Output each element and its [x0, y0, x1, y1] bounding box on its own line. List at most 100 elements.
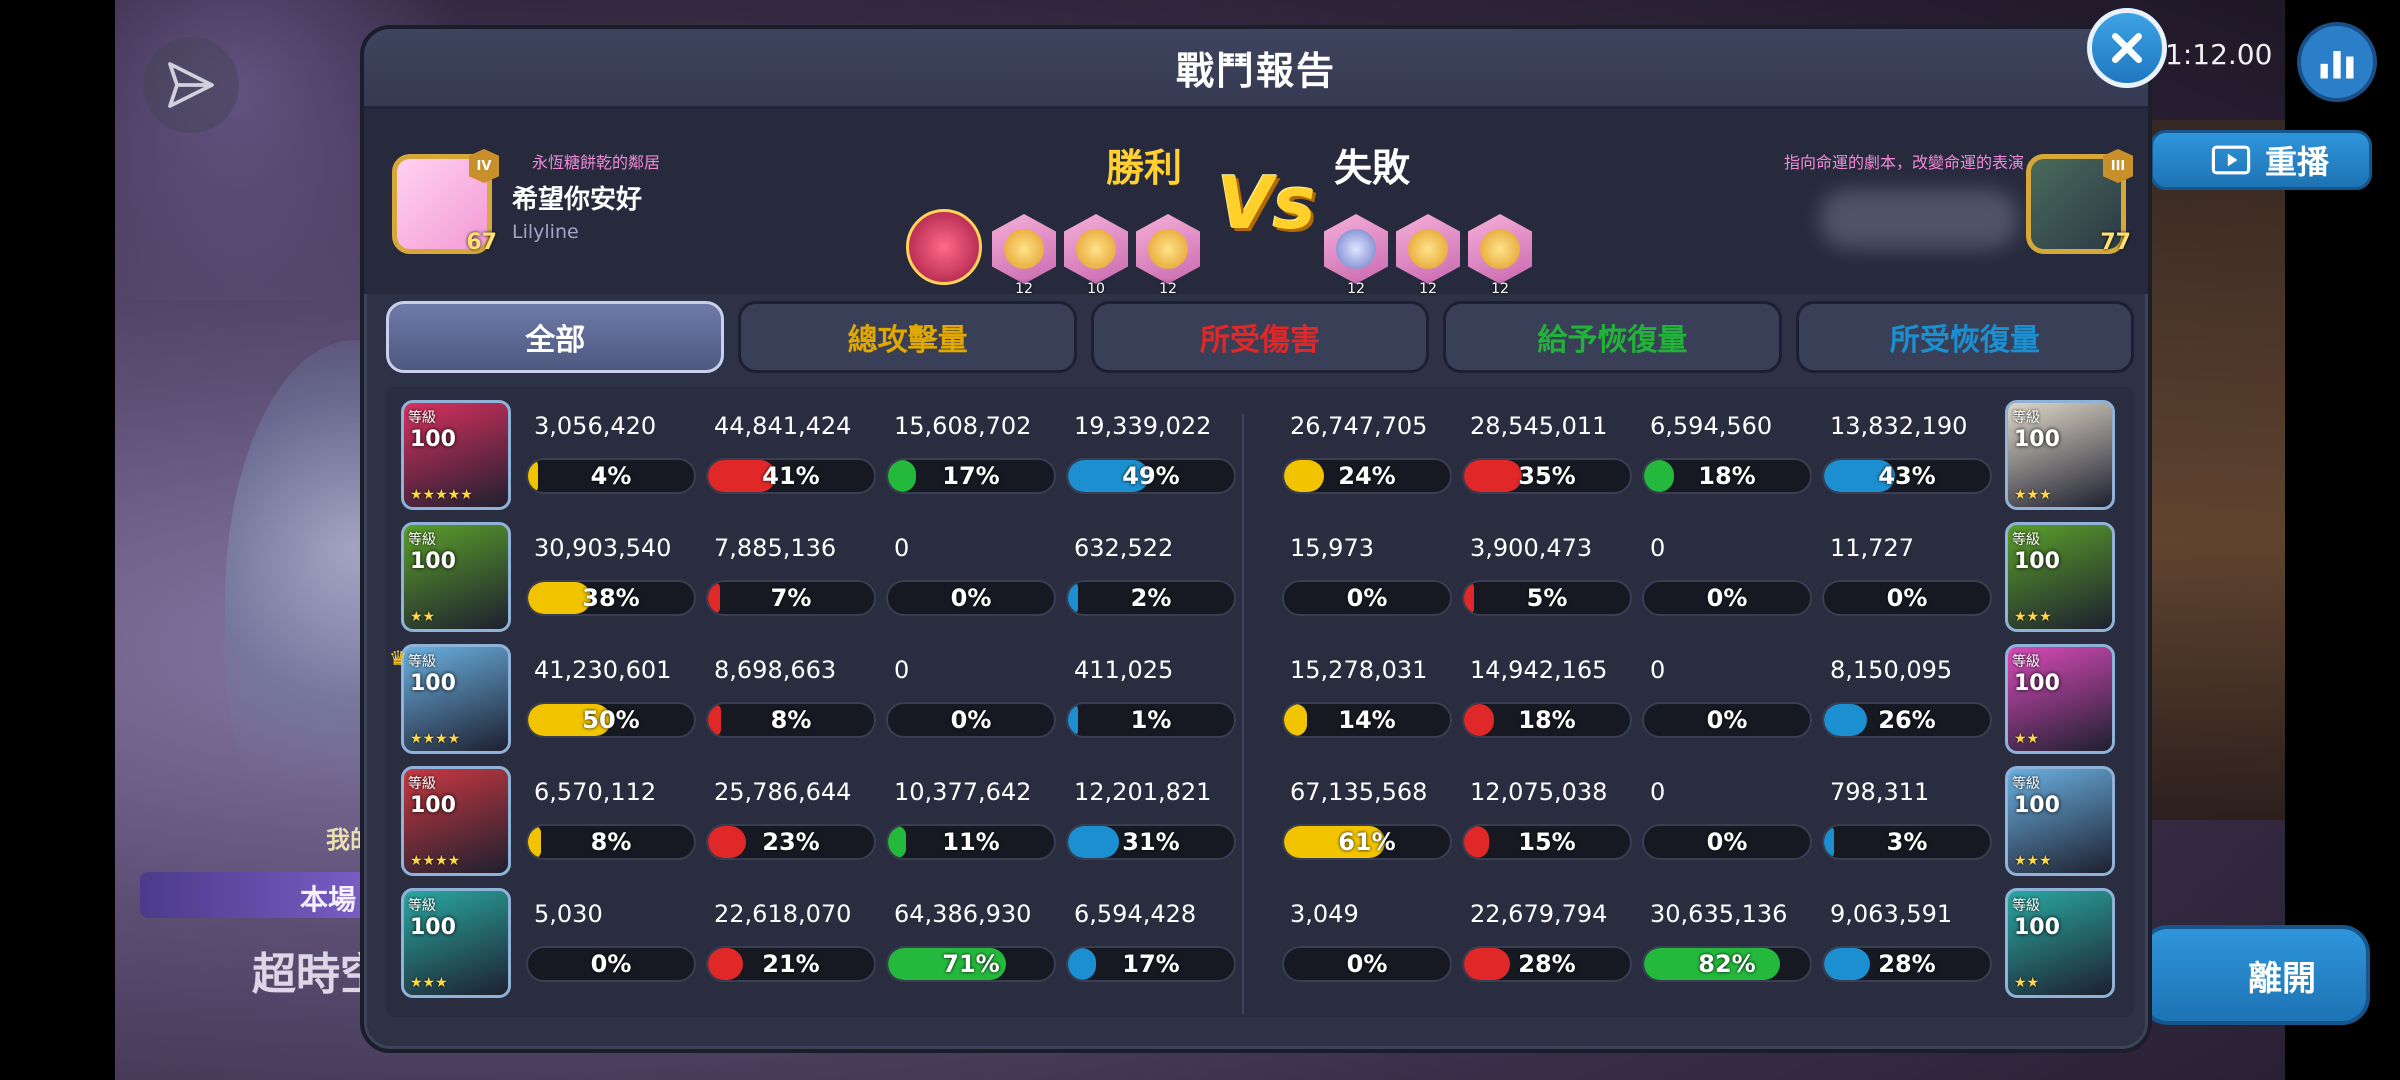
damage-taken-percent: 15%: [1518, 828, 1576, 856]
healing-given-bar: 18%: [1642, 458, 1812, 494]
healing-given-value: 0: [1650, 656, 1666, 684]
attack-bar: 0%: [1282, 580, 1452, 616]
level-label: 等級: [2012, 532, 2040, 548]
close-icon: [2112, 33, 2142, 64]
matchup-section: IV 67 永恆糖餅乾的鄰居 希望你安好 Lilyline 勝利 Vs 失敗 1…: [364, 109, 2148, 297]
attack-value: 15,973: [1290, 534, 1374, 562]
healing-received-percent: 0%: [1886, 584, 1928, 612]
cookie-portrait[interactable]: 等級 100 ★★★: [2005, 766, 2115, 876]
right-cookie-row: 等級 100 ★★ 15,278,031 14% 14,942,165 18% 0 0% 8,15…: [364, 638, 2148, 760]
left-player-name: 希望你安好: [512, 185, 643, 215]
cookie-portrait[interactable]: 等級 100 ★★: [2005, 644, 2115, 754]
healing-received-bar: 43%: [1822, 458, 1992, 494]
cookie-level: 100: [2014, 915, 2060, 940]
cookie-level: 100: [2014, 671, 2060, 696]
attack-bar: 14%: [1282, 702, 1452, 738]
player-level: 77: [2100, 230, 2131, 255]
attack-percent: 0%: [1346, 950, 1388, 978]
left-player-id: Lilyline: [512, 221, 579, 243]
damage-taken-value: 22,679,794: [1470, 900, 1608, 928]
healing-received-value: 11,727: [1830, 534, 1914, 562]
video-icon: [2211, 145, 2251, 175]
bg-banner: 本場: [140, 872, 380, 918]
healing-given-value: 0: [1650, 778, 1666, 806]
rank-badge: III: [2103, 149, 2133, 183]
right-cookie-row: 等級 100 ★★ 3,049 0% 22,679,794 28% 30,635,136 82%…: [364, 882, 2148, 1004]
damage-taken-bar: 28%: [1462, 946, 1632, 982]
replay-button[interactable]: 重播: [2150, 130, 2372, 190]
tab-damage-taken[interactable]: 所受傷害: [1090, 301, 1430, 373]
relic-count: 12: [1419, 281, 1437, 297]
attack-bar: 24%: [1282, 458, 1452, 494]
cookie-level: 100: [2014, 427, 2060, 452]
player-level: 67: [466, 230, 497, 255]
tab-total-attack[interactable]: 總攻擊量: [738, 301, 1077, 373]
vs-logo: Vs: [1217, 161, 1316, 245]
tab-healing-given[interactable]: 給予恢復量: [1443, 301, 1782, 373]
relic-icon: [1136, 214, 1200, 284]
attack-value: 3,049: [1290, 900, 1359, 928]
attack-value: 15,278,031: [1290, 656, 1428, 684]
crown-relic-icon: [906, 209, 982, 285]
right-guild-name: 指向命運的劇本，改變命運的表演: [1784, 153, 2025, 172]
left-player-avatar[interactable]: IV 67: [392, 149, 499, 255]
relic-icon: [1064, 214, 1128, 284]
level-label: 等級: [2012, 776, 2040, 792]
healing-given-bar: 0%: [1642, 580, 1812, 616]
relic-count: 12: [1347, 281, 1365, 297]
damage-taken-bar: 35%: [1462, 458, 1632, 494]
healing-received-bar: 0%: [1822, 580, 1992, 616]
attack-value: 26,747,705: [1290, 412, 1428, 440]
level-label: 等級: [2012, 898, 2040, 914]
battle-timer: 1:12.00: [2165, 38, 2273, 71]
leave-button[interactable]: 離開: [2140, 925, 2370, 1025]
tab-healing-received[interactable]: 所受恢復量: [1795, 301, 2135, 373]
star-rating: ★★: [2014, 731, 2040, 747]
tab-all[interactable]: 全部: [386, 301, 725, 373]
star-rating: ★★★: [2014, 853, 2052, 869]
right-cookie-row: 等級 100 ★★★ 67,135,568 61% 12,075,038 15% 0 0% 798…: [364, 760, 2148, 882]
attack-percent: 61%: [1338, 828, 1396, 856]
close-button[interactable]: [2087, 8, 2167, 88]
relic-icon: [1468, 214, 1532, 284]
damage-taken-percent: 28%: [1518, 950, 1576, 978]
right-player-avatar[interactable]: III 77: [2026, 149, 2133, 255]
statistics-button[interactable]: [2297, 22, 2377, 102]
cookie-portrait[interactable]: 等級 100 ★★★: [2005, 400, 2115, 510]
attack-percent: 14%: [1338, 706, 1396, 734]
damage-taken-value: 12,075,038: [1470, 778, 1608, 806]
healing-given-percent: 18%: [1698, 462, 1756, 490]
healing-received-bar: 28%: [1822, 946, 1992, 982]
healing-received-percent: 28%: [1878, 950, 1936, 978]
healing-given-percent: 0%: [1706, 706, 1748, 734]
damage-taken-value: 3,900,473: [1470, 534, 1593, 562]
level-label: 等級: [2012, 654, 2040, 670]
attack-percent: 24%: [1338, 462, 1396, 490]
attack-bar: 61%: [1282, 824, 1452, 860]
share-button[interactable]: [143, 37, 239, 133]
healing-given-value: 30,635,136: [1650, 900, 1788, 928]
damage-taken-bar: 15%: [1462, 824, 1632, 860]
relic-icon: [992, 214, 1056, 284]
cookie-level: 100: [2014, 793, 2060, 818]
healing-given-percent: 0%: [1706, 828, 1748, 856]
star-rating: ★★★: [2014, 609, 2052, 625]
damage-taken-value: 28,545,011: [1470, 412, 1608, 440]
damage-taken-percent: 5%: [1526, 584, 1568, 612]
relic-count: 12: [1159, 281, 1177, 297]
cookie-portrait[interactable]: 等級 100 ★★: [2005, 888, 2115, 998]
paper-plane-icon: [168, 62, 214, 108]
attack-percent: 0%: [1346, 584, 1388, 612]
healing-received-bar: 26%: [1822, 702, 1992, 738]
healing-received-percent: 3%: [1886, 828, 1928, 856]
healing-received-percent: 26%: [1878, 706, 1936, 734]
damage-taken-percent: 18%: [1518, 706, 1576, 734]
left-guild-name: 永恆糖餅乾的鄰居: [532, 153, 661, 172]
healing-received-value: 13,832,190: [1830, 412, 1968, 440]
healing-received-percent: 43%: [1878, 462, 1936, 490]
right-result: 失敗: [1334, 146, 1411, 190]
healing-given-bar: 82%: [1642, 946, 1812, 982]
cookie-portrait[interactable]: 等級 100 ★★★: [2005, 522, 2115, 632]
healing-received-value: 9,063,591: [1830, 900, 1953, 928]
rank-badge: IV: [469, 149, 499, 183]
